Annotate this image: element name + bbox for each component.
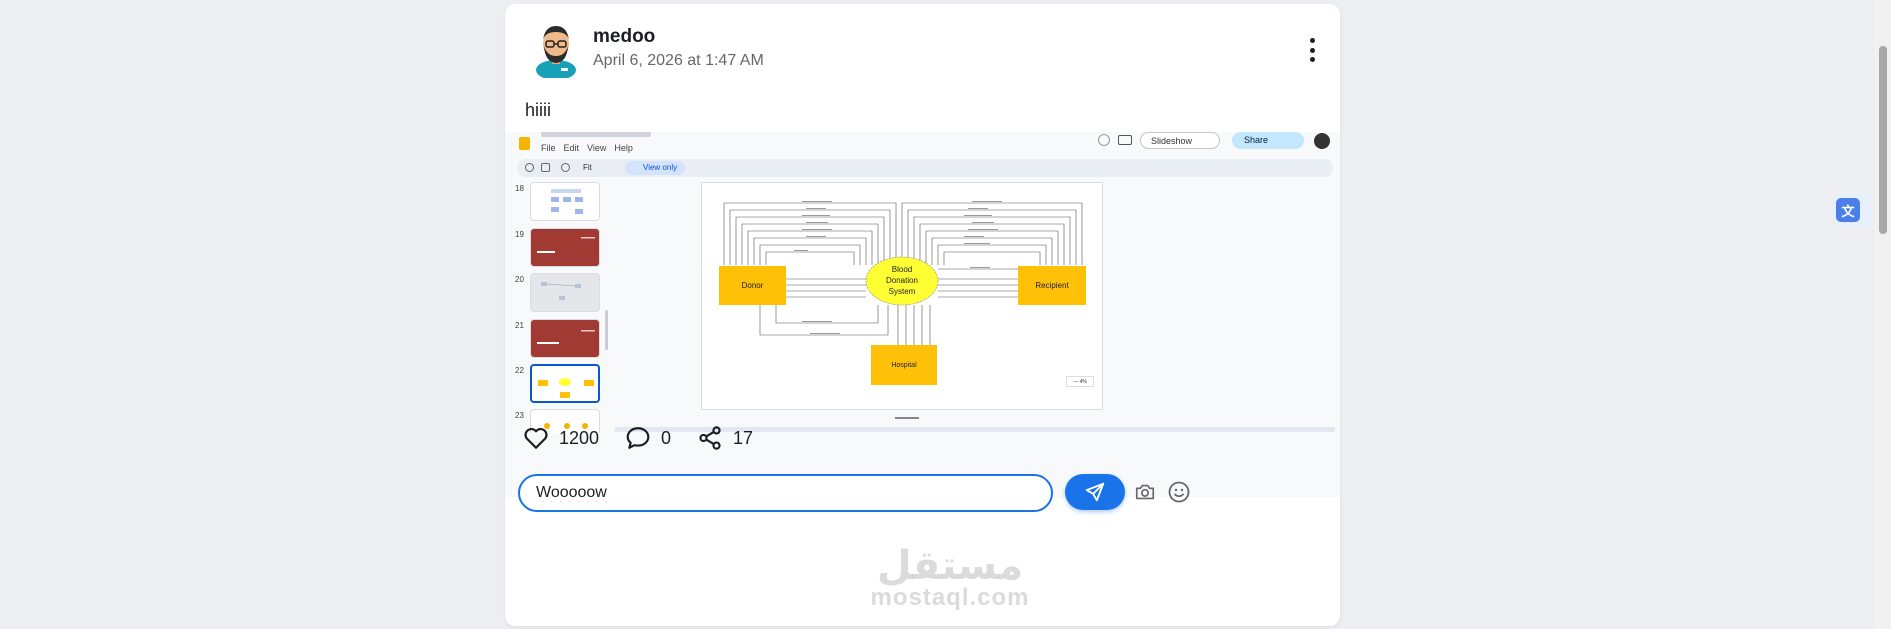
comment-icon xyxy=(626,427,650,449)
history-icon xyxy=(1098,134,1110,146)
menu-edit: Edit xyxy=(563,143,580,153)
send-button[interactable] xyxy=(1065,474,1125,510)
post-text: hiiii xyxy=(525,100,552,120)
share-post-button[interactable]: 17 xyxy=(697,426,753,450)
slide-thumb xyxy=(530,273,600,312)
comment-input[interactable] xyxy=(518,474,1053,512)
slides-secondary-toolbar: Fit View only xyxy=(517,159,1333,177)
like-button[interactable]: 1200 xyxy=(523,426,599,450)
slide-thumb xyxy=(530,228,600,267)
camera-icon[interactable] xyxy=(1134,481,1156,503)
slide-thumb xyxy=(530,319,600,358)
search-icon xyxy=(525,163,534,172)
hospital-label: Hospital xyxy=(891,362,917,369)
account-avatar xyxy=(1314,133,1330,149)
slide-number: 20 xyxy=(515,275,524,284)
share-icon xyxy=(699,426,721,450)
thumbnail-scrollbar xyxy=(605,310,608,350)
slideshow-button: Slideshow xyxy=(1140,132,1220,149)
slides-toolbar: File Edit View Help Slideshow Share xyxy=(505,132,1340,154)
donor-label: Donor xyxy=(742,281,764,290)
post-card: medoo April 6, 2026 at 1:47 AM hiiii Fil… xyxy=(505,4,1340,626)
emoji-icon[interactable] xyxy=(1167,480,1191,504)
print-icon xyxy=(541,163,550,172)
menu-view: View xyxy=(587,143,607,153)
center-label-line-3: System xyxy=(889,287,916,296)
slides-menu: File Edit View Help xyxy=(541,143,633,153)
post-timestamp: April 6, 2026 at 1:47 AM xyxy=(593,52,764,69)
slide-thumb xyxy=(530,182,600,221)
recipient-label: Recipient xyxy=(1035,281,1069,290)
zoom-fit-label: Fit xyxy=(583,163,592,172)
translate-button[interactable]: 文 xyxy=(1830,193,1872,227)
slide-thumbnails: 18 19 20 21 22 23 xyxy=(505,178,605,433)
center-label-line-1: Blood xyxy=(892,265,912,274)
post-author[interactable]: medoo xyxy=(593,26,655,48)
meet-icon xyxy=(1118,135,1132,145)
slide-number: 21 xyxy=(515,321,524,330)
slide-thumb-selected xyxy=(530,364,600,403)
center-label-line-2: Donation xyxy=(886,276,918,285)
zoom-icon xyxy=(561,163,570,172)
comment-composer xyxy=(505,466,1340,526)
share-count: 17 xyxy=(733,427,754,448)
menu-file: File xyxy=(541,143,556,153)
speaker-notes-handle xyxy=(895,417,919,419)
page-scrollbar[interactable] xyxy=(1874,0,1891,629)
slides-logo-icon xyxy=(519,137,530,150)
slide-number: 18 xyxy=(515,184,524,193)
view-only-badge: View only xyxy=(625,161,686,175)
slides-title-partial xyxy=(541,132,651,137)
translate-icon: 文 xyxy=(1836,198,1860,222)
heart-icon xyxy=(524,427,548,449)
slide-number: 23 xyxy=(515,411,524,420)
send-icon xyxy=(1085,482,1105,502)
slide-canvas: Donor Recipient Blood Donation System Ho… xyxy=(701,182,1103,410)
slide-number: 22 xyxy=(515,366,524,375)
share-button: Share xyxy=(1232,132,1304,149)
more-options-icon[interactable] xyxy=(1304,38,1320,62)
zoom-pill: — 4% xyxy=(1066,376,1094,387)
menu-help: Help xyxy=(614,143,633,153)
page-scrollbar-thumb[interactable] xyxy=(1879,46,1887,234)
comment-button[interactable]: 0 xyxy=(625,426,671,450)
post-actions: 1200 0 17 xyxy=(505,426,1340,466)
comment-count: 0 xyxy=(661,427,672,448)
like-count: 1200 xyxy=(559,427,600,448)
slide-number: 19 xyxy=(515,230,524,239)
avatar[interactable] xyxy=(527,20,585,78)
dfd-diagram: Donor Recipient Blood Donation System Ho… xyxy=(719,201,1086,385)
